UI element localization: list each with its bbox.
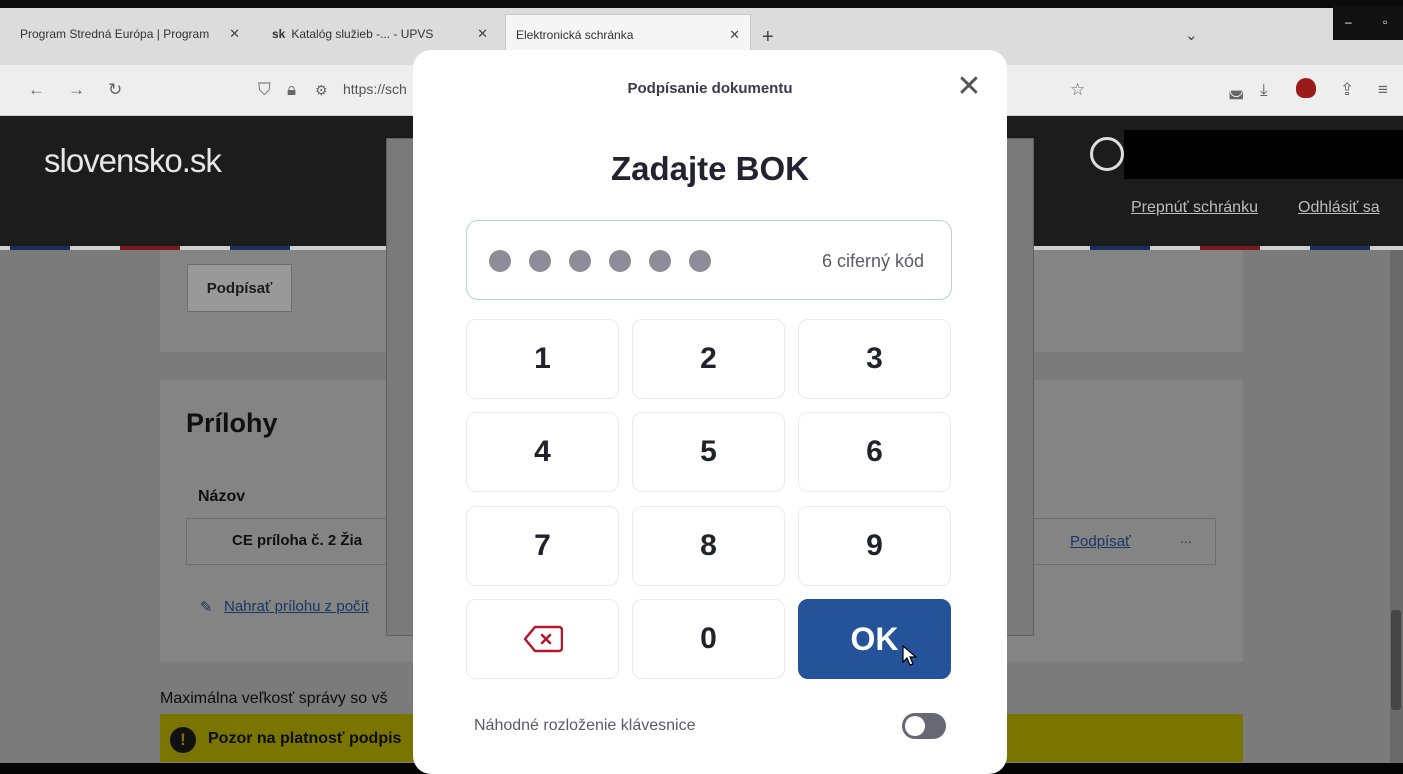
extension-ublock-icon[interactable] [1296, 78, 1316, 98]
modal-heading: Zadajte BOK [610, 150, 810, 187]
restore-icon[interactable]: ▫ [1383, 15, 1387, 29]
key-9[interactable]: 9 [798, 506, 951, 586]
key-2[interactable]: 2 [632, 319, 785, 399]
attachment-name: CE príloha č. 2 Žia [232, 532, 363, 549]
share-icon[interactable]: ⇪ [1340, 80, 1354, 100]
attachments-heading: Prílohy [186, 408, 278, 438]
code-dot [529, 250, 551, 272]
stripe-segment [10, 246, 70, 250]
code-dot [569, 250, 591, 272]
key-8[interactable]: 8 [632, 506, 785, 586]
new-tab-icon[interactable]: + [762, 26, 774, 49]
backspace-icon [523, 625, 563, 653]
bookmark-star-icon[interactable]: ☆ [1070, 80, 1085, 100]
key-7[interactable]: 7 [466, 506, 619, 586]
tab-label: Program Stredná Európa | Program [20, 27, 210, 41]
reload-icon[interactable]: ↻ [108, 80, 122, 100]
max-size-text: Maximálna veľkosť správy so vš [160, 690, 388, 707]
switch-mailbox-link[interactable]: Prepnúť schránku [1131, 199, 1258, 217]
lock-icon[interactable]: 🔒︎ [287, 80, 296, 100]
scrollbar-thumb[interactable] [1391, 610, 1401, 710]
tab-label: Katalóg služieb -... - UPVS [291, 27, 434, 41]
tab-katalog-sluzieb[interactable]: sk Katalóg služieb -... - UPVS ✕ [262, 14, 498, 54]
code-dot [649, 250, 671, 272]
warning-icon: ! [170, 727, 196, 753]
backspace-button[interactable] [466, 599, 619, 679]
user-avatar-icon[interactable] [1090, 137, 1124, 171]
close-icon[interactable]: ✕ [955, 72, 983, 102]
download-icon[interactable]: ⤓ [1260, 80, 1268, 100]
permissions-icon[interactable]: ⚙ [315, 82, 328, 99]
toggle-knob [905, 716, 925, 736]
warning-text: Pozor na platnosť podpis [208, 730, 402, 747]
shield-icon[interactable]: ⛉ [258, 80, 271, 100]
paperclip-icon: ✎ [200, 599, 213, 616]
ok-button[interactable]: OK [798, 599, 951, 679]
tab-close-icon[interactable]: ✕ [229, 26, 240, 42]
tab-program-stredna-europa[interactable]: Program Stredná Európa | Program ✕ [10, 14, 250, 54]
code-dot [489, 250, 511, 272]
key-6[interactable]: 6 [798, 412, 951, 492]
code-dot [689, 250, 711, 272]
random-layout-label: Náhodné rozloženie klávesnice [474, 717, 696, 734]
sign-button[interactable]: Podpísať [187, 264, 292, 312]
attachment-more-button[interactable]: ... [1180, 530, 1192, 546]
pocket-icon[interactable]: ◛ [1228, 80, 1245, 100]
key-4[interactable]: 4 [466, 412, 619, 492]
stripe-segment [1310, 246, 1370, 250]
redacted-user-name [1124, 130, 1403, 179]
sk-favicon-icon: sk [272, 27, 286, 41]
tab-elektronicka-schranka[interactable]: Elektronická schránka ✕ [505, 14, 751, 54]
window-top-edge [0, 0, 1403, 8]
back-icon[interactable]: ← [28, 80, 45, 100]
url-text[interactable]: https://sch [343, 81, 407, 97]
key-1[interactable]: 1 [466, 319, 619, 399]
forward-icon[interactable]: → [68, 80, 85, 100]
tab-close-icon[interactable]: ✕ [477, 26, 488, 42]
upload-attachment-link[interactable]: Nahrať prílohu z počít [224, 598, 369, 615]
code-hint: 6 ciferný kód [822, 251, 925, 271]
key-0[interactable]: 0 [632, 599, 785, 679]
key-5[interactable]: 5 [632, 412, 785, 492]
name-column-header: Názov [198, 488, 246, 505]
minimize-icon[interactable]: – [1345, 15, 1352, 29]
tab-label: Elektronická schránka [516, 27, 634, 42]
attachment-sign-link[interactable]: Podpísať [1070, 533, 1131, 550]
window-controls[interactable]: – ▫ [1333, 6, 1403, 40]
code-dot [609, 250, 631, 272]
tab-close-icon[interactable]: ✕ [729, 27, 740, 43]
modal-title: Podpísanie dokumentu [627, 80, 793, 97]
tab-list-chevron-icon[interactable]: ⌄ [1185, 26, 1198, 44]
mouse-cursor-icon [902, 645, 918, 666]
menu-icon[interactable]: ≡ [1378, 80, 1388, 100]
key-3[interactable]: 3 [798, 319, 951, 399]
site-logo[interactable]: slovensko.sk [44, 142, 222, 180]
logout-link[interactable]: Odhlásiť sa [1298, 199, 1380, 217]
